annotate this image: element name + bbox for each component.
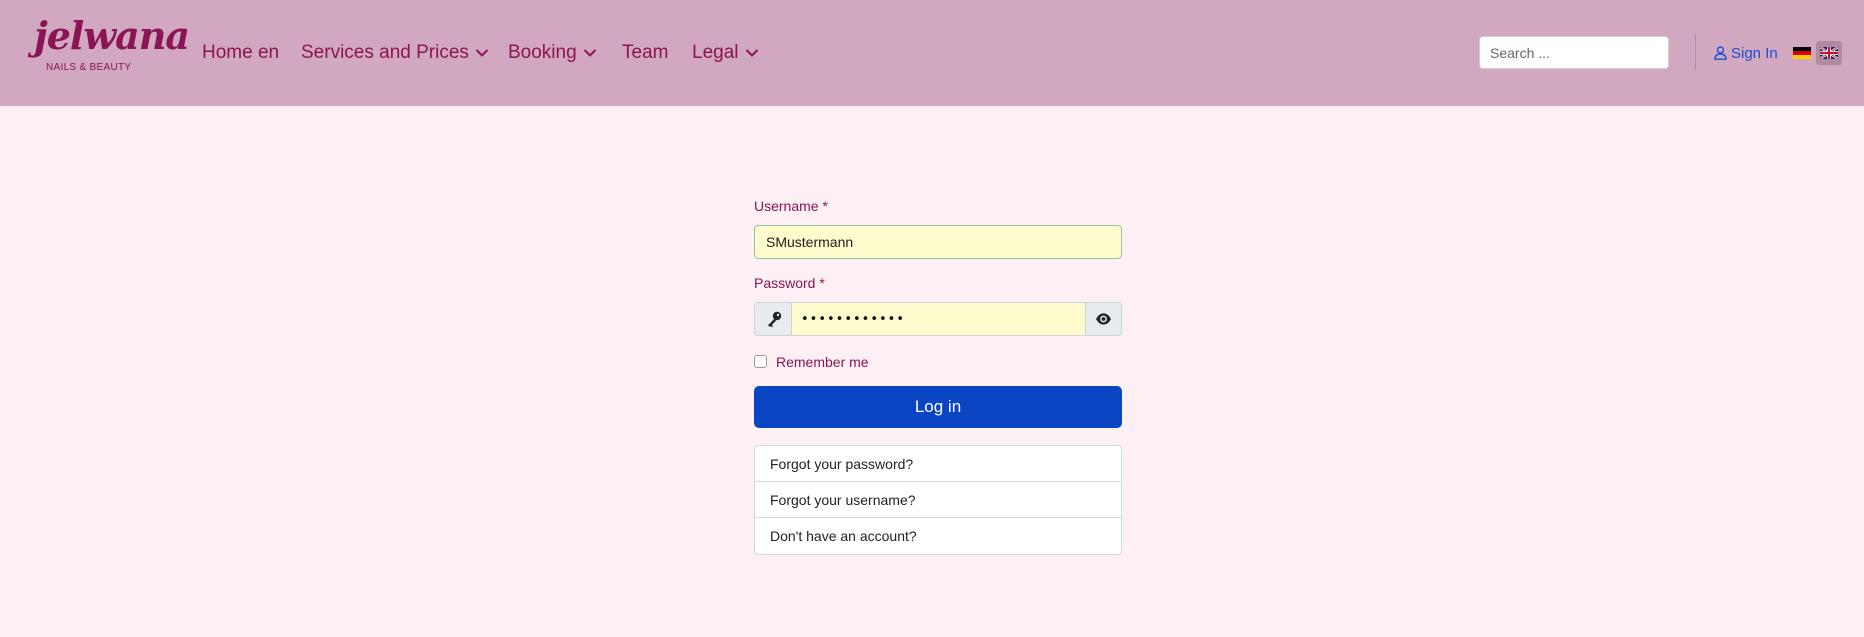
nav-item-services[interactable]: Services and Prices <box>301 40 489 66</box>
sign-in-label: Sign In <box>1731 45 1778 62</box>
chevron-down-icon <box>583 49 596 57</box>
register-link[interactable]: Don't have an account? <box>755 518 1121 554</box>
header-bar: jelwana NAILS & BEAUTY Home en Services … <box>0 0 1864 106</box>
language-en-active[interactable] <box>1816 41 1842 65</box>
brand-logo[interactable]: jelwana NAILS & BEAUTY <box>34 16 190 74</box>
username-field[interactable] <box>754 225 1122 259</box>
remember-me-checkbox[interactable] <box>754 355 767 368</box>
nav-item-booking[interactable]: Booking <box>508 40 597 66</box>
password-label: Password * <box>754 275 825 291</box>
chevron-down-icon <box>745 49 758 57</box>
key-icon <box>768 311 782 328</box>
nav-item-team[interactable]: Team <box>622 40 668 66</box>
nav-item-home[interactable]: Home en <box>202 40 279 66</box>
username-label: Username * <box>754 198 828 214</box>
login-button[interactable]: Log in <box>754 386 1122 428</box>
forgot-username-link[interactable]: Forgot your username? <box>755 482 1121 518</box>
password-field[interactable] <box>791 302 1086 336</box>
chevron-down-icon <box>475 49 489 57</box>
user-icon <box>1714 46 1727 60</box>
password-group <box>754 302 1122 336</box>
nav-item-label: Home en <box>202 42 280 63</box>
nav-item-label: Team <box>622 42 669 63</box>
remember-me-label[interactable]: Remember me <box>776 353 869 371</box>
toggle-password-button[interactable] <box>1085 302 1122 336</box>
sign-in-link[interactable]: Sign In <box>1714 44 1778 64</box>
key-icon-box <box>754 302 792 336</box>
flag-de-icon[interactable] <box>1793 47 1811 59</box>
nav-item-label: Services and Prices <box>301 42 469 63</box>
header-divider <box>1695 34 1696 70</box>
logo-tagline: NAILS & BEAUTY <box>46 62 132 73</box>
logo-wordmark: jelwana <box>34 13 190 58</box>
eye-icon <box>1096 313 1111 325</box>
flag-gb-icon <box>1820 47 1838 59</box>
nav-item-legal[interactable]: Legal <box>692 40 759 66</box>
account-help-links: Forgot your password? Forgot your userna… <box>754 445 1122 555</box>
forgot-password-link[interactable]: Forgot your password? <box>755 446 1121 482</box>
nav-item-label: Legal <box>692 42 739 63</box>
search-input[interactable] <box>1479 36 1669 69</box>
nav-item-label: Booking <box>508 42 577 63</box>
